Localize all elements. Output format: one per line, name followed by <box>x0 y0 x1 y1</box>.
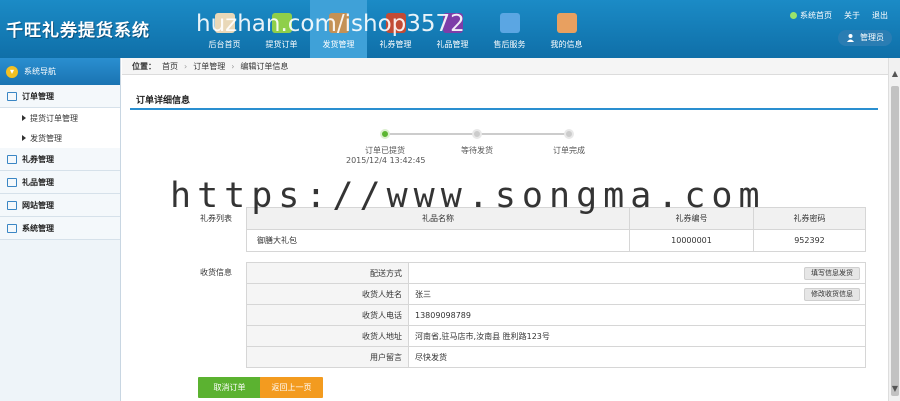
breadcrumb-separator: › <box>184 61 188 71</box>
step-picked-up: 订单已提货 <box>350 126 420 156</box>
table-row: 收货人姓名 张三 修改收货信息 <box>246 283 866 305</box>
table-row: 用户留言 尽快发货 <box>246 346 866 368</box>
watermark-overlay: https://www.songma.com <box>170 176 766 216</box>
nav-label: 提货订单 <box>265 40 298 49</box>
field-label: 收货人姓名 <box>246 283 409 305</box>
edit-receiver-button[interactable]: 修改收货信息 <box>804 288 860 301</box>
about-link[interactable]: 关于 <box>844 10 860 21</box>
site-icon <box>7 200 17 210</box>
step-pending-icon <box>472 129 482 139</box>
nav-label: 售后服务 <box>493 40 526 49</box>
field-value: 13809098789 <box>408 304 866 326</box>
field-label: 收货人电话 <box>246 304 409 326</box>
voucher-password-cell: 952392 <box>753 229 866 252</box>
nav-label: 发货管理 <box>322 40 355 49</box>
field-label: 配送方式 <box>246 262 409 284</box>
gift-name-cell: 御膳大礼包 <box>246 229 630 252</box>
vertical-scrollbar[interactable]: ▲ ▼ <box>888 58 900 401</box>
nav-item-6[interactable]: 我的信息 <box>538 0 595 58</box>
nav-label: 后台首页 <box>208 40 241 49</box>
sidebar-header[interactable]: ▾ 系统导航 <box>0 58 120 85</box>
sidebar: ▾ 系统导航 订单管理 提货订单管理 发货管理 礼券管理 礼品管理 网站管理 系… <box>0 58 121 401</box>
voucher-number-cell: 10000001 <box>629 229 754 252</box>
app-logo: 千旺礼券提货系统 <box>6 21 150 41</box>
sidebar-item-shipping[interactable]: 发货管理 <box>0 128 120 148</box>
receiver-info-label: 收货信息 <box>200 268 232 277</box>
sidebar-item-pickup-orders[interactable]: 提货订单管理 <box>0 108 120 128</box>
field-value: 尽快发货 <box>408 346 866 368</box>
nav-label: 我的信息 <box>550 40 583 49</box>
field-value: 填写信息发货 <box>408 262 866 284</box>
top-links: 系统首页 关于 退出 <box>790 10 888 21</box>
order-icon <box>7 91 17 101</box>
panel-divider <box>130 108 878 110</box>
field-value: 河南省,驻马店市,汝南县 胜利路123号 <box>408 325 866 347</box>
breadcrumb-prefix: 位置： <box>132 61 156 71</box>
system-home-link[interactable]: 系统首页 <box>790 10 832 21</box>
fill-ship-info-button[interactable]: 填写信息发货 <box>804 267 860 280</box>
step-awaiting-shipment: 等待发货 <box>442 126 512 156</box>
nav-item-5[interactable]: 售后服务 <box>481 0 538 58</box>
receiver-table: 配送方式 填写信息发货 收货人姓名 张三 修改收货信息 收货人电话 138090… <box>246 262 866 368</box>
cancel-order-button[interactable]: 取消订单 <box>198 377 261 398</box>
table-row: 收货人电话 13809098789 <box>246 304 866 326</box>
step-timestamp: 2015/12/4 13:42:45 <box>346 156 426 165</box>
breadcrumb-current: 编辑订单信息 <box>240 61 289 71</box>
sidebar-item-gift-manage[interactable]: 礼品管理 <box>0 171 120 194</box>
user-icon <box>847 34 854 42</box>
field-label: 收货人地址 <box>246 325 409 347</box>
nav-label: 礼品管理 <box>436 40 469 49</box>
home-dot-icon <box>790 12 797 19</box>
breadcrumb-separator: › <box>231 61 235 71</box>
table-row: 配送方式 填写信息发货 <box>246 262 866 284</box>
breadcrumb-home[interactable]: 首页 <box>162 61 178 72</box>
breadcrumb: 位置： 首页 › 订单管理 › 编辑订单信息 <box>122 58 888 75</box>
scroll-up-icon[interactable]: ▲ <box>891 70 899 78</box>
logout-link[interactable]: 退出 <box>872 10 888 21</box>
go-back-button[interactable]: 返回上一页 <box>260 377 323 398</box>
sidebar-item-voucher-manage[interactable]: 礼券管理 <box>0 148 120 171</box>
scroll-down-icon[interactable]: ▼ <box>891 385 899 393</box>
sidebar-item-order-manage[interactable]: 订单管理 <box>0 85 120 108</box>
nav-icon <box>499 13 520 33</box>
system-icon <box>7 223 17 233</box>
gift-icon <box>7 177 17 187</box>
column-header: 礼券密码 <box>753 207 866 230</box>
panel-title: 订单详细信息 <box>136 96 191 106</box>
sidebar-item-site-manage[interactable]: 网站管理 <box>0 194 120 217</box>
step-completed: 订单完成 <box>534 126 604 156</box>
voucher-icon <box>7 154 17 164</box>
watermark-text: huzhan.com/ishop3572 <box>196 11 465 37</box>
nav-icon <box>556 13 577 33</box>
top-header: 千旺礼券提货系统 后台首页 提货订单 发货管理 礼券管理 礼品管理 售后服务 我的信息 hu… <box>0 0 900 58</box>
table-row: 收货人地址 河南省,驻马店市,汝南县 胜利路123号 <box>246 325 866 347</box>
step-done-icon <box>380 129 390 139</box>
arrow-right-icon <box>22 135 26 141</box>
field-label: 用户留言 <box>246 346 409 368</box>
field-value: 张三 修改收货信息 <box>408 283 866 305</box>
arrow-right-icon <box>22 115 26 121</box>
breadcrumb-orders[interactable]: 订单管理 <box>193 61 225 72</box>
chevron-down-icon: ▾ <box>6 65 18 78</box>
order-progress: 订单已提货 等待发货 订单完成 2015/12/4 13:42:45 <box>346 126 600 166</box>
scroll-thumb[interactable] <box>891 86 899 396</box>
step-pending-icon <box>564 129 574 139</box>
table-row: 御膳大礼包 10000001 952392 <box>246 229 866 252</box>
nav-label: 礼券管理 <box>379 40 412 49</box>
user-badge[interactable]: 管理员 <box>838 30 892 46</box>
sidebar-item-system-manage[interactable]: 系统管理 <box>0 217 120 240</box>
